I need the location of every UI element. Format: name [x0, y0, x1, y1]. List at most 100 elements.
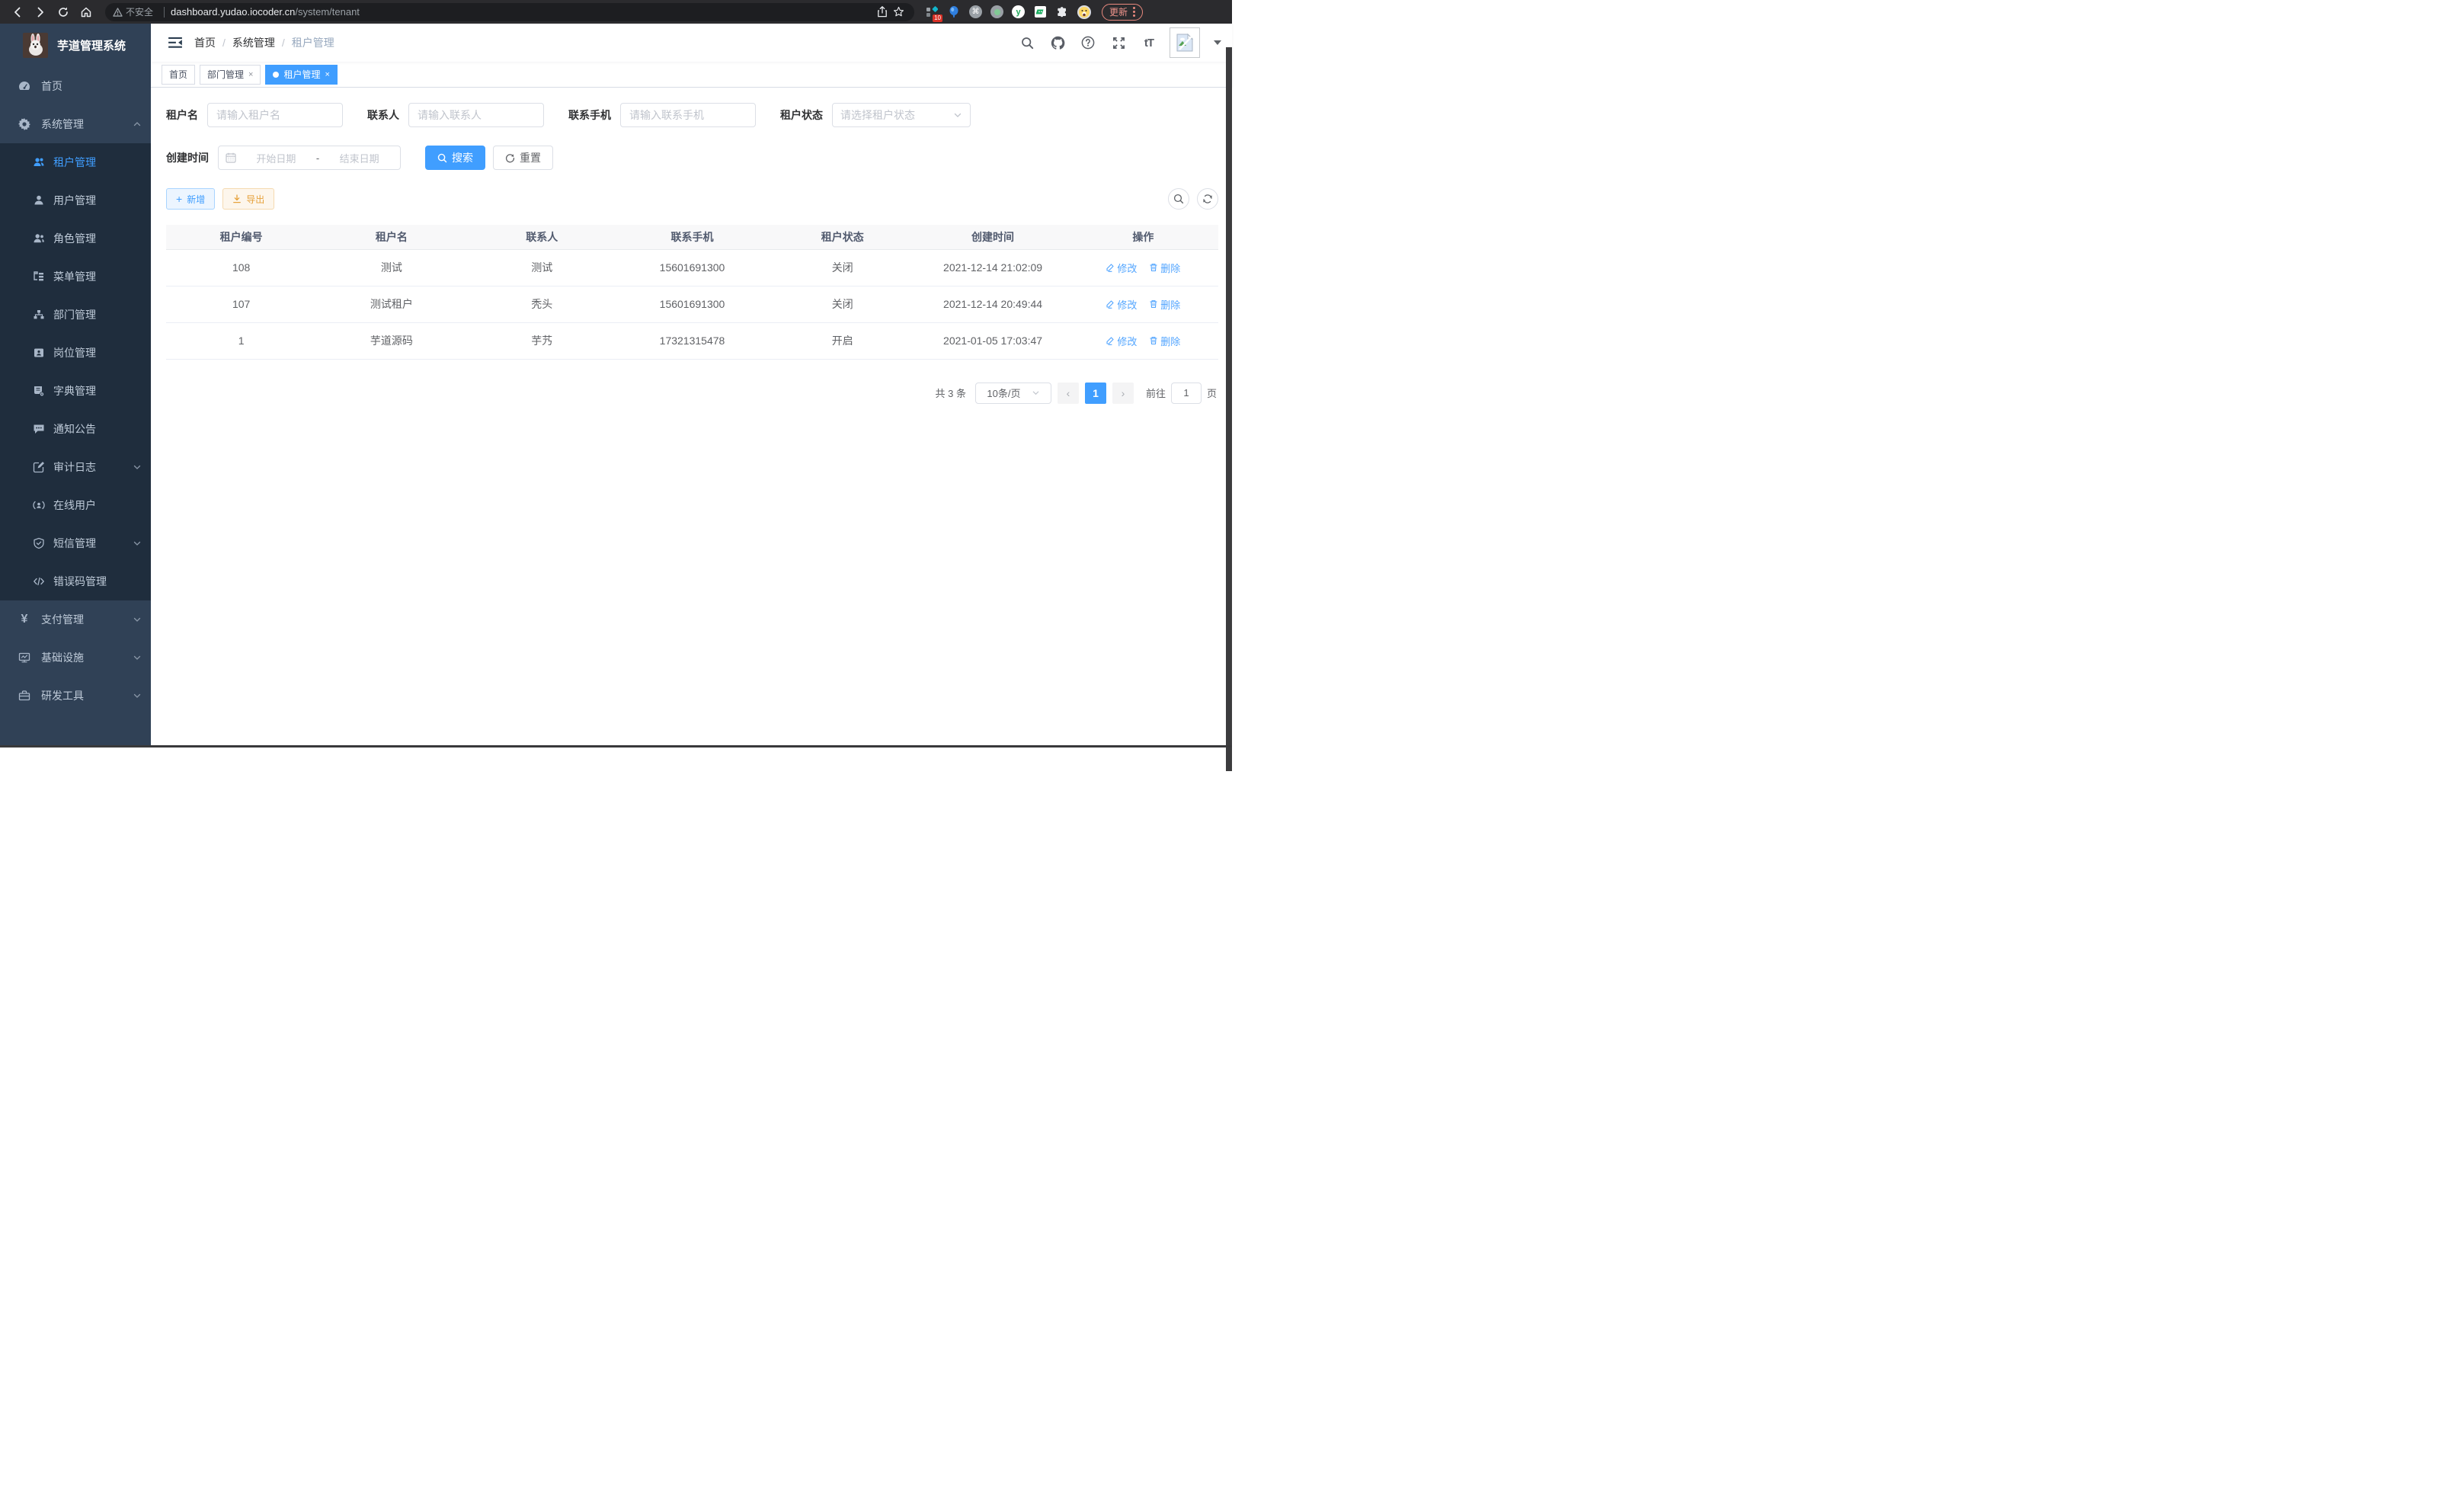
org-tree-icon — [33, 309, 45, 321]
tab-tenant[interactable]: 租户管理 × — [265, 65, 337, 85]
trash-icon — [1149, 263, 1158, 272]
sidebar-item-dept[interactable]: 部门管理 — [0, 296, 151, 334]
extension-squares-icon[interactable]: 10 — [925, 5, 939, 19]
refresh-table-button[interactable] — [1197, 188, 1218, 210]
toggle-search-button[interactable] — [1168, 188, 1189, 210]
goto-page-input[interactable] — [1171, 383, 1202, 404]
message-bubble-icon — [33, 423, 45, 435]
table-row: 108 测试 测试 15601691300 关闭 2021-12-14 21:0… — [166, 249, 1218, 286]
edit-pencil-icon — [1106, 263, 1115, 272]
user-avatar-broken-image[interactable] — [1170, 27, 1200, 58]
sidebar-item-dev-tools[interactable]: 研发工具 — [0, 677, 151, 715]
sidebar-item-home[interactable]: 首页 — [0, 67, 151, 105]
plus-icon: + — [176, 194, 182, 204]
sidebar-item-sms[interactable]: 短信管理 — [0, 524, 151, 562]
status-text: 关闭 — [767, 249, 917, 286]
add-button[interactable]: + 新增 — [166, 188, 215, 210]
fullscreen-icon[interactable] — [1109, 33, 1128, 53]
sidebar-item-user[interactable]: 用户管理 — [0, 181, 151, 219]
tab-home[interactable]: 首页 — [162, 65, 195, 85]
sidebar-item-dict[interactable]: 字典管理 — [0, 372, 151, 410]
status-text: 开启 — [767, 322, 917, 359]
col-tenant-id: 租户编号 — [166, 225, 316, 249]
sidebar-item-tenant[interactable]: 租户管理 — [0, 143, 151, 181]
breadcrumb-home[interactable]: 首页 — [194, 35, 216, 50]
chat-extension-icon[interactable] — [1033, 5, 1047, 19]
sidebar: 芋道管理系统 首页 系统管理 — [0, 24, 151, 745]
security-label[interactable]: 不安全 — [126, 5, 153, 18]
page-size-select[interactable]: 10条/页 — [975, 383, 1051, 404]
delete-button[interactable]: 删除 — [1149, 261, 1180, 275]
sidebar-item-payment[interactable]: ¥ 支付管理 — [0, 600, 151, 639]
page-number-1[interactable]: 1 — [1085, 383, 1106, 404]
tenant-name-input[interactable] — [207, 103, 343, 127]
sidebar-item-error-code[interactable]: 错误码管理 — [0, 562, 151, 600]
dot-extension-icon[interactable] — [990, 5, 1003, 18]
avatar-dropdown-caret-icon[interactable] — [1214, 40, 1221, 45]
help-icon[interactable] — [1078, 33, 1098, 53]
col-tenant-name: 租户名 — [316, 225, 466, 249]
sidebar-item-infra[interactable]: 基础设施 — [0, 639, 151, 677]
refresh-icon — [1202, 194, 1213, 204]
tenant-table: 租户编号 租户名 联系人 联系手机 租户状态 创建时间 操作 108 测试 测试 — [166, 225, 1218, 360]
sidebar-item-menu[interactable]: 菜单管理 — [0, 258, 151, 296]
browser-reload-icon[interactable] — [53, 2, 73, 22]
sidebar-item-notice[interactable]: 通知公告 — [0, 410, 151, 448]
address-bar[interactable]: 不安全 dashboard.yudao.iocoder.cn/system/te… — [105, 3, 914, 21]
browser-home-icon[interactable] — [76, 2, 96, 22]
sidebar-item-system[interactable]: 系统管理 — [0, 105, 151, 143]
mobile-input[interactable] — [620, 103, 756, 127]
header-search-icon[interactable] — [1017, 33, 1037, 53]
edit-button[interactable]: 修改 — [1106, 297, 1137, 312]
font-size-icon[interactable]: tT — [1139, 33, 1159, 53]
next-page-button[interactable]: › — [1112, 383, 1134, 404]
url-text[interactable]: dashboard.yudao.iocoder.cn/system/tenant — [171, 6, 360, 18]
bookmark-star-icon[interactable] — [890, 2, 907, 22]
window-scrollbar-edge[interactable] — [1226, 47, 1232, 771]
trash-icon — [1149, 336, 1158, 345]
col-actions: 操作 — [1068, 225, 1218, 249]
yuque-extension-icon[interactable]: y — [1012, 5, 1025, 18]
page-label: 页 — [1207, 386, 1217, 400]
edit-button[interactable]: 修改 — [1106, 261, 1137, 275]
reset-button[interactable]: 重置 — [493, 146, 553, 170]
active-tab-dot — [273, 72, 279, 78]
extensions-puzzle-icon[interactable] — [1055, 5, 1069, 19]
chrome-update-button[interactable]: 更新 — [1102, 4, 1143, 21]
date-range-picker[interactable]: 开始日期 - 结束日期 — [218, 146, 401, 170]
end-date-placeholder: 结束日期 — [325, 151, 393, 165]
sidebar-item-post[interactable]: 岗位管理 — [0, 334, 151, 372]
delete-button[interactable]: 删除 — [1149, 297, 1180, 312]
sidebar-item-audit-log[interactable]: 审计日志 — [0, 448, 151, 486]
github-icon[interactable] — [1048, 33, 1067, 53]
export-button[interactable]: 导出 — [222, 188, 274, 210]
browser-back-icon[interactable] — [8, 2, 27, 22]
edit-button[interactable]: 修改 — [1106, 334, 1137, 348]
filter-row-2: 创建时间 开始日期 - 结束日期 搜索 重置 — [166, 146, 1218, 170]
command-extension-icon[interactable]: ⌘ — [969, 5, 982, 18]
close-icon[interactable]: × — [248, 70, 253, 79]
sidebar-item-role[interactable]: 角色管理 — [0, 219, 151, 258]
monitor-icon — [18, 651, 30, 664]
sidebar-collapse-icon[interactable] — [164, 31, 187, 54]
tab-dept[interactable]: 部门管理 × — [200, 65, 261, 85]
chevron-down-icon — [133, 539, 142, 548]
status-select[interactable]: 请选择租户状态 — [832, 103, 971, 127]
app-logo-bar[interactable]: 芋道管理系统 — [0, 24, 151, 67]
contact-input[interactable] — [408, 103, 544, 127]
browser-menu-icon[interactable] — [1133, 7, 1135, 17]
prev-page-button[interactable]: ‹ — [1058, 383, 1079, 404]
browser-forward-icon[interactable] — [30, 2, 50, 22]
share-icon[interactable] — [875, 2, 890, 22]
edit-log-icon — [33, 461, 45, 473]
sidebar-menu: 首页 系统管理 租户管理 — [0, 67, 151, 715]
breadcrumb-system[interactable]: 系统管理 — [232, 35, 275, 50]
online-user-icon — [33, 499, 45, 511]
not-secure-warning-icon — [113, 8, 123, 17]
search-button[interactable]: 搜索 — [425, 146, 485, 170]
profile-avatar-icon[interactable] — [1077, 5, 1091, 19]
close-icon[interactable]: × — [325, 70, 329, 79]
sidebar-item-online-users[interactable]: 在线用户 — [0, 486, 151, 524]
delete-button[interactable]: 删除 — [1149, 334, 1180, 348]
balloon-extension-icon[interactable] — [947, 5, 961, 19]
